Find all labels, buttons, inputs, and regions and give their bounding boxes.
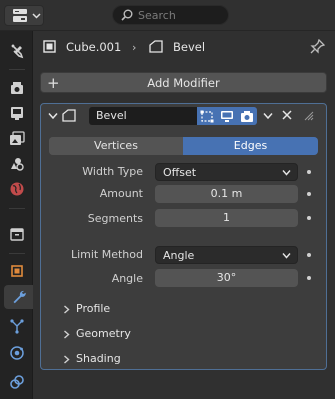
- breadcrumb-separator: ›: [132, 41, 137, 54]
- width-type-value: Offset: [163, 166, 197, 179]
- tab-scene[interactable]: [5, 152, 29, 176]
- breadcrumb-object: Cube.001: [66, 40, 122, 54]
- tab-separator: [9, 253, 25, 254]
- search-input[interactable]: Search: [112, 5, 229, 25]
- object-icon: [11, 265, 23, 277]
- affect-segmented-control: Vertices Edges: [49, 137, 318, 155]
- affect-edges-option[interactable]: Edges: [183, 137, 318, 155]
- modifier-name: Bevel: [96, 109, 127, 122]
- subpanel-profile[interactable]: Profile: [41, 297, 326, 321]
- tab-physics[interactable]: [5, 341, 29, 365]
- properties-header: Search: [0, 0, 335, 31]
- render-icon: [11, 82, 23, 94]
- add-modifier-button[interactable]: + Add Modifier: [40, 72, 327, 93]
- tab-separator: [9, 208, 25, 209]
- physics-icon: [10, 346, 24, 360]
- segments-label: Segments: [87, 212, 143, 225]
- angle-label: Angle: [111, 272, 143, 285]
- bevel-modifier-icon: [149, 40, 163, 53]
- chevron-down-icon[interactable]: [263, 112, 273, 120]
- chevron-down-icon: [282, 253, 291, 259]
- subpanel-geometry[interactable]: Geometry: [41, 322, 326, 346]
- affect-vertices-option[interactable]: Vertices: [49, 137, 183, 155]
- tab-constraints[interactable]: [5, 370, 29, 394]
- drag-handle-icon[interactable]: [304, 111, 314, 121]
- keyframe-dot[interactable]: [307, 253, 311, 257]
- scene-icon: [11, 158, 24, 171]
- keyframe-dot[interactable]: [307, 276, 311, 280]
- subpanel-profile-label: Profile: [76, 302, 111, 315]
- limit-method-value: Angle: [163, 249, 195, 262]
- world-icon: [10, 182, 24, 196]
- subpanel-shading-label: Shading: [76, 352, 121, 365]
- collapse-chevron-icon[interactable]: [48, 112, 58, 120]
- modifier-name-field[interactable]: Bevel: [89, 107, 197, 125]
- render-toggle[interactable]: [237, 107, 257, 125]
- monitor-icon: [221, 110, 233, 122]
- add-modifier-label: Add Modifier: [147, 76, 220, 90]
- width-type-label: Width Type: [82, 165, 143, 178]
- edit-mode-icon: [200, 110, 214, 122]
- modifier-header: Bevel: [41, 104, 326, 129]
- tab-particles[interactable]: [5, 314, 29, 338]
- collection-icon: [10, 228, 24, 241]
- chevron-right-icon: [64, 355, 70, 364]
- amount-field[interactable]: 0.1 m: [155, 185, 298, 203]
- tab-tool[interactable]: [5, 39, 29, 63]
- tab-render[interactable]: [5, 76, 29, 100]
- tab-object[interactable]: [5, 259, 29, 283]
- bevel-modifier-icon: [62, 109, 76, 122]
- viewport-toggle[interactable]: [217, 107, 237, 125]
- output-icon: [11, 107, 23, 120]
- properties-editor-icon: [13, 9, 27, 22]
- subpanel-shading[interactable]: Shading: [41, 347, 326, 371]
- editor-type-dropdown[interactable]: [4, 5, 44, 26]
- width-type-dropdown[interactable]: Offset: [155, 163, 298, 181]
- tool-icon: [11, 44, 24, 59]
- pin-icon[interactable]: [310, 39, 325, 54]
- view-layer-icon: [10, 131, 25, 145]
- bevel-modifier-panel: Bevel Vertices Edges Width Type Offset A…: [40, 103, 327, 370]
- tab-world[interactable]: [5, 177, 29, 201]
- chevron-down-icon: [282, 170, 291, 176]
- wrench-icon: [13, 290, 26, 304]
- particles-icon: [10, 319, 24, 334]
- edit-mode-toggle[interactable]: [197, 107, 217, 125]
- tab-separator: [9, 69, 25, 70]
- search-placeholder: Search: [138, 9, 176, 22]
- tab-view-layer[interactable]: [5, 127, 29, 151]
- camera-icon: [241, 110, 253, 122]
- limit-method-label: Limit Method: [70, 248, 143, 261]
- breadcrumb: Cube.001 › Bevel: [33, 31, 335, 63]
- object-icon: [43, 40, 56, 53]
- properties-tab-bar: [0, 31, 33, 399]
- search-icon: [121, 9, 133, 21]
- keyframe-dot[interactable]: [307, 192, 311, 196]
- breadcrumb-modifier: Bevel: [173, 40, 206, 54]
- angle-field[interactable]: 30°: [155, 269, 298, 287]
- chevron-down-icon: [32, 13, 41, 19]
- constraints-icon: [10, 375, 24, 389]
- tab-output[interactable]: [5, 101, 29, 125]
- segments-field[interactable]: 1: [155, 209, 298, 227]
- keyframe-dot[interactable]: [307, 216, 311, 220]
- limit-method-dropdown[interactable]: Angle: [155, 246, 298, 264]
- chevron-right-icon: [64, 330, 70, 339]
- keyframe-dot[interactable]: [307, 170, 311, 174]
- tab-modifiers[interactable]: [4, 285, 33, 309]
- amount-label: Amount: [99, 187, 143, 200]
- tab-collection[interactable]: [5, 222, 29, 246]
- close-icon[interactable]: [281, 109, 293, 121]
- subpanel-geometry-label: Geometry: [76, 327, 131, 340]
- chevron-right-icon: [64, 305, 70, 314]
